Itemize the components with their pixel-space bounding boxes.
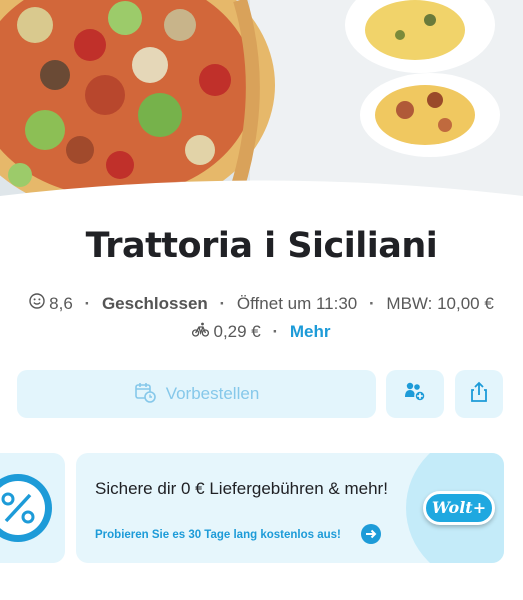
smiley-icon xyxy=(29,293,45,314)
rating-value: 8,6 xyxy=(49,293,73,313)
share-icon xyxy=(470,381,488,408)
preorder-button[interactable]: Vorbestellen xyxy=(17,370,376,418)
calendar-clock-icon xyxy=(134,381,156,408)
separator: · xyxy=(272,321,279,341)
hero-image xyxy=(0,0,523,210)
delivery-info-line: 0,29 € · Mehr xyxy=(0,321,523,342)
more-info-link[interactable]: Mehr xyxy=(290,322,331,342)
group-order-icon xyxy=(403,381,427,408)
arrow-right-icon[interactable] xyxy=(361,524,381,544)
status-text: Geschlossen xyxy=(101,293,208,313)
separator: · xyxy=(219,293,226,313)
wolt-plus-promo-card[interactable]: Sichere dir 0 € Liefergebühren & mehr! P… xyxy=(76,453,504,563)
percent-badge-icon xyxy=(0,474,65,563)
restaurant-name: Trattoria i Siciliani xyxy=(85,226,438,266)
promo-subtitle: Probieren Sie es 30 Tage lang kostenlos … xyxy=(95,529,341,541)
separator: · xyxy=(84,293,91,313)
opening-time: Öffnet um 11:30 xyxy=(236,293,358,313)
promo-card-previous[interactable] xyxy=(0,453,65,563)
minimum-order: MBW: 10,00 € xyxy=(386,293,494,313)
restaurant-info-line: 8,6 · Geschlossen · Öffnet um 11:30 · MB… xyxy=(0,293,523,314)
preorder-label: Vorbestellen xyxy=(165,384,260,403)
wolt-plus-badge: Wolt+ xyxy=(423,491,495,525)
share-button[interactable] xyxy=(455,370,503,418)
separator: · xyxy=(369,293,375,313)
group-order-button[interactable] xyxy=(386,370,444,418)
delivery-fee: 0,29 € xyxy=(213,321,261,341)
promo-title: Sichere dir 0 € Liefergebühren & mehr! xyxy=(95,479,388,498)
bike-icon xyxy=(192,322,210,342)
